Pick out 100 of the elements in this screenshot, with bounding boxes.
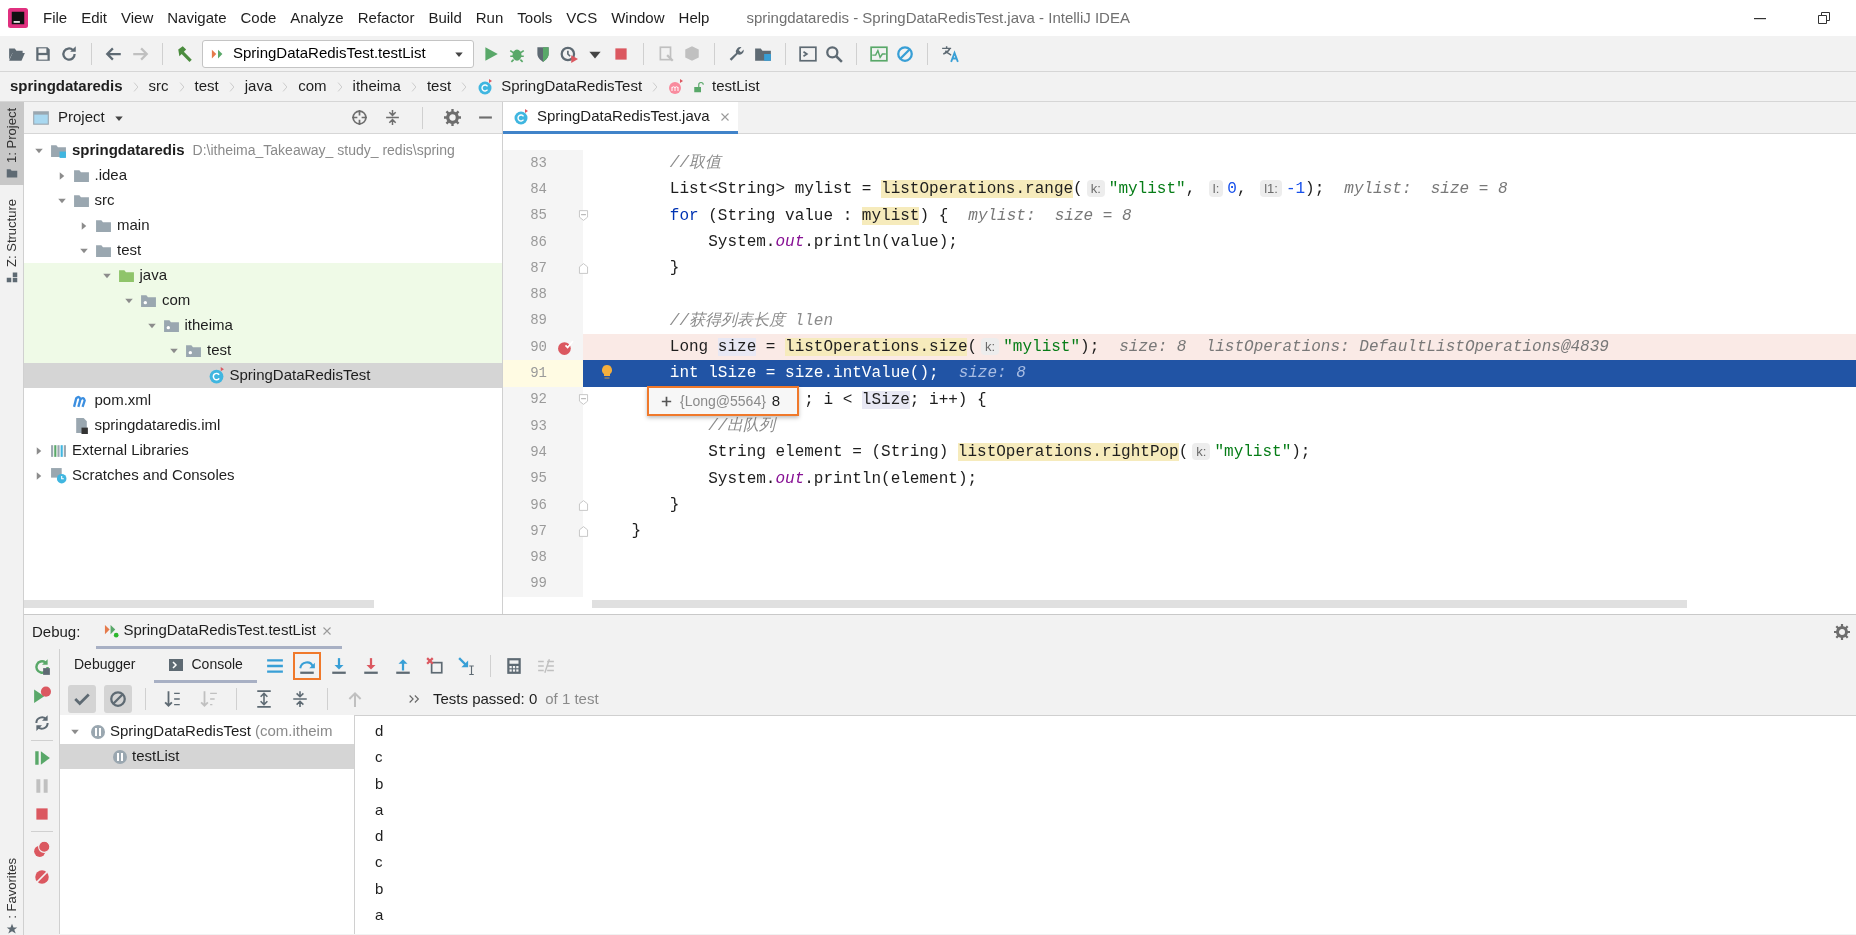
fold-marker-icon[interactable] — [577, 393, 590, 407]
tool-window-tab[interactable]: Z: Structure — [0, 192, 24, 289]
breadcrumb-item[interactable]: test — [426, 75, 452, 98]
menu-item[interactable]: Build — [421, 0, 469, 36]
breadcrumb-item[interactable]: src — [148, 75, 169, 98]
step-over-button[interactable] — [292, 652, 321, 680]
search-icon[interactable] — [825, 44, 843, 63]
tree-label: SpringDataRedisTest — [229, 365, 371, 386]
test-tree-row[interactable]: testList — [60, 744, 354, 769]
tree-row[interactable]: springdataredis D:\itheima_Takeaway_ study_ redis\spring — [24, 138, 502, 163]
folder-icon — [95, 242, 112, 259]
fold-marker-icon[interactable] — [577, 524, 590, 538]
fold-marker-icon[interactable] — [577, 209, 590, 223]
menu-item[interactable]: Refactor — [350, 0, 422, 36]
coverage-shield-icon[interactable] — [534, 44, 552, 63]
translate-icon[interactable] — [941, 44, 959, 63]
number-literal: -1 — [1285, 180, 1306, 199]
breadcrumb-item[interactable]: test — [194, 75, 219, 98]
settings-icon[interactable] — [444, 109, 461, 126]
breadcrumb-item[interactable]: itheima — [352, 75, 401, 98]
menu-item[interactable]: Edit — [74, 0, 115, 36]
tree-label: .idea — [94, 165, 128, 186]
collapse-all-icon[interactable] — [384, 109, 401, 126]
view-tab[interactable]: Console — [153, 649, 257, 683]
hammer-icon[interactable] — [176, 44, 194, 63]
tree-row[interactable]: com — [24, 288, 502, 313]
menu-item[interactable]: Help — [671, 0, 717, 36]
menu-item[interactable]: VCS — [559, 0, 605, 36]
line-number: 86 — [529, 232, 547, 252]
breadcrumb-item[interactable]: java — [244, 75, 273, 98]
tree-row[interactable]: .idea — [24, 163, 502, 188]
view-tab[interactable]: Debugger — [60, 649, 150, 683]
activity-monitor-icon[interactable] — [870, 44, 888, 63]
tree-row[interactable]: springdataredis.iml — [24, 413, 502, 438]
horizontal-scrollbar[interactable] — [592, 600, 1687, 608]
resume-icon[interactable] — [32, 749, 51, 767]
code-text: .println(element); — [804, 469, 978, 488]
fold-marker-icon[interactable] — [577, 261, 590, 275]
horizontal-scrollbar[interactable] — [24, 600, 374, 608]
console-output: c — [375, 747, 384, 768]
lightbulb-icon[interactable] — [599, 364, 615, 381]
tree-row[interactable]: External Libraries — [24, 438, 502, 463]
menu-item[interactable]: Run — [468, 0, 511, 36]
console-output: b — [375, 878, 385, 899]
panel-title[interactable]: Project — [58, 106, 105, 129]
tree-row[interactable]: main — [24, 213, 502, 238]
menu-item[interactable]: Analyze — [283, 0, 351, 36]
tree-row[interactable]: test — [24, 238, 502, 263]
rerun-failed-icon[interactable] — [32, 686, 51, 704]
tree-row[interactable]: Scratches and Consoles — [24, 463, 502, 488]
tool-window-tab[interactable]: 1: Project — [0, 102, 24, 185]
chevrons-icon[interactable] — [407, 692, 421, 706]
prohibited-toggle[interactable] — [104, 685, 132, 713]
sync-icon[interactable] — [60, 44, 78, 63]
wrench-icon[interactable] — [728, 44, 746, 63]
console-output: a — [375, 799, 385, 820]
breakpoints-icon[interactable] — [32, 840, 51, 858]
prohibited-icon[interactable] — [896, 44, 914, 63]
locate-icon[interactable] — [351, 109, 368, 126]
rerun-icon[interactable] — [32, 658, 51, 676]
breakpoint-icon[interactable] — [556, 338, 574, 356]
menu-item[interactable]: Code — [233, 0, 284, 36]
test-tree-row[interactable]: SpringDataRedisTest (com.itheim — [60, 719, 354, 744]
breadcrumb-item[interactable]: testList — [712, 75, 760, 98]
tree-row[interactable]: src — [24, 188, 502, 213]
menu-item[interactable]: Navigate — [160, 0, 234, 36]
breadcrumb-item[interactable]: SpringDataRedisTest — [501, 75, 643, 98]
tool-window-tab[interactable]: : Favorites — [0, 852, 24, 935]
menu-item[interactable]: File — [36, 0, 75, 36]
session-tab[interactable]: SpringDataRedisTest.testList — [96, 615, 342, 649]
menu-item[interactable]: View — [114, 0, 161, 36]
tree-row[interactable]: java — [24, 263, 502, 288]
string-literal: "mylist" — [1003, 338, 1081, 357]
restore-icon[interactable] — [1816, 10, 1832, 26]
profiler-icon[interactable] — [560, 44, 578, 63]
run-icon[interactable] — [482, 44, 500, 63]
parameter-hint: l1: — [1260, 180, 1282, 198]
terminal-icon[interactable] — [799, 44, 817, 63]
tree-row[interactable]: test — [24, 338, 502, 363]
menu-item[interactable]: Window — [604, 0, 672, 36]
menu-item[interactable]: Tools — [510, 0, 560, 36]
method-call: listOperations.size — [785, 338, 968, 357]
breadcrumb-item[interactable]: springdataredis — [10, 75, 123, 98]
expand-all-icon — [255, 690, 273, 708]
editor-tab[interactable]: SpringDataRedisTest.java — [503, 102, 738, 134]
tree-label: External Libraries — [72, 440, 189, 461]
console-output: c — [375, 852, 384, 873]
code-text: = — [765, 338, 777, 357]
tree-row[interactable]: pom.xml — [24, 388, 502, 413]
folder-icon — [6, 166, 18, 179]
breadcrumb-item[interactable]: com — [298, 75, 327, 98]
save-icon[interactable] — [34, 44, 52, 63]
tree-row[interactable]: itheima — [24, 313, 502, 338]
mute-breakpoints-icon[interactable] — [32, 868, 51, 886]
checkmark-toggle[interactable] — [68, 685, 96, 713]
restart-icon[interactable] — [32, 714, 51, 732]
tree-row[interactable]: SpringDataRedisTest — [24, 363, 502, 388]
settings-icon[interactable] — [1834, 624, 1850, 640]
run-configuration-dropdown[interactable]: SpringDataRedisTest.testList — [202, 39, 474, 68]
fold-marker-icon[interactable] — [577, 498, 590, 512]
